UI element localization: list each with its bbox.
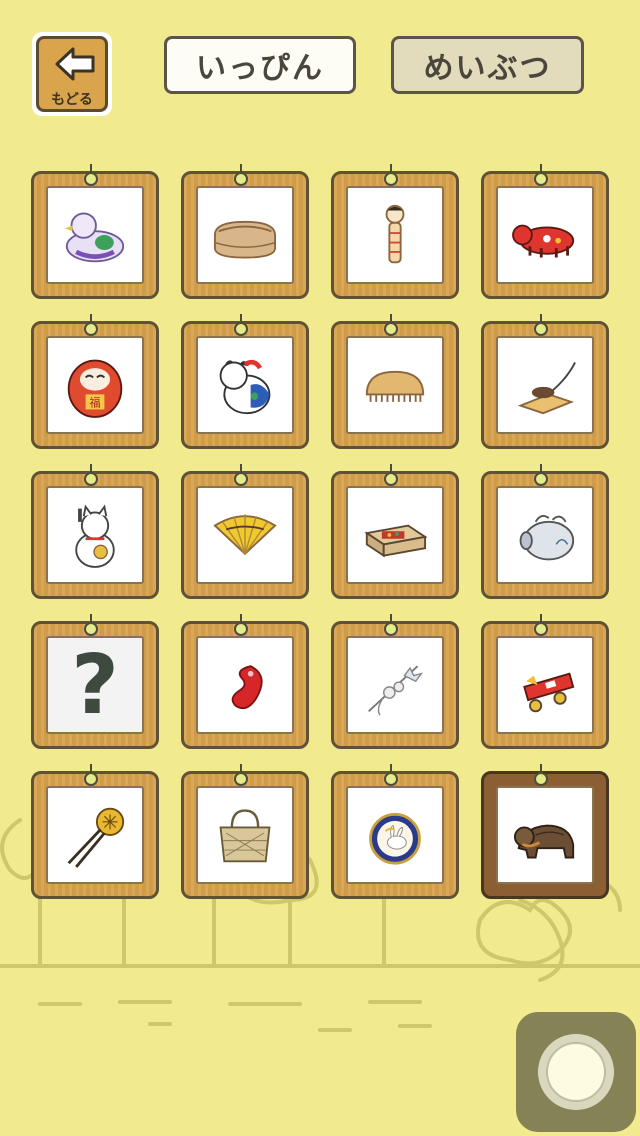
item-card[interactable] [331,764,459,899]
item-frame [196,636,294,734]
tab-meibutsu[interactable]: めいぶつ [391,36,584,94]
tengu-mask-cart-icon [523,672,575,713]
woven-bag-icon [219,809,271,863]
hook-icon [234,164,248,186]
assistive-touch-ring [538,1034,614,1110]
svg-text:福: 福 [89,396,100,410]
item-card[interactable] [331,164,459,299]
hook-icon [534,464,548,486]
item-frame [346,336,444,434]
ornamental-hairpin-icon [67,807,125,868]
item-card[interactable] [481,164,609,299]
item-card[interactable] [481,614,609,749]
hook-icon [234,764,248,786]
item-frame [196,336,294,434]
hook-icon [84,464,98,486]
item-frame [196,486,294,584]
hook-icon [384,164,398,186]
back-button-face: もどる [36,36,108,112]
back-arrow-icon [55,47,95,81]
wooden-comb-icon [365,370,425,402]
hook-icon [534,164,548,186]
hook-icon [534,314,548,336]
hook-icon [84,614,98,636]
maneki-neko-icon [75,504,115,568]
hook-icon [84,314,98,336]
unknown-question-icon: ? [71,637,119,733]
item-card[interactable] [331,614,459,749]
hook-icon [384,464,398,486]
item-frame [196,786,294,884]
tab-ippin[interactable]: いっぴん [164,36,356,94]
item-card-unknown[interactable]: ? [31,614,159,749]
item-frame [496,486,594,584]
item-card[interactable] [481,464,609,599]
item-frame [496,336,594,434]
hook-icon [384,614,398,636]
hairpin-kanzashi-icon [368,665,424,716]
back-label: もどる [51,92,93,108]
boar-incense-holder-icon [519,515,575,561]
kokeshi-doll-icon [385,204,405,264]
hook-icon [234,614,248,636]
item-card[interactable] [331,464,459,599]
hook-icon [234,464,248,486]
pigeon-whistle-icon [64,212,125,263]
red-cow-akabeko-icon [512,224,575,258]
bear-carving-icon [513,824,575,859]
item-card[interactable] [181,614,309,749]
item-card[interactable] [31,464,159,599]
assistive-touch-button[interactable] [516,1012,636,1132]
matchbox-icon [364,524,428,558]
item-card[interactable] [181,764,309,899]
mousetrap-icon [517,362,576,415]
item-card[interactable] [31,164,159,299]
item-frame [46,486,144,584]
magatama-bean-icon [231,665,263,710]
bento-box-icon [213,220,277,259]
hook-icon [534,614,548,636]
item-card[interactable] [31,764,159,899]
inu-hariko-dog-icon [219,359,271,415]
item-frame [346,636,444,734]
item-frame: 福 [46,336,144,434]
item-frame [346,786,444,884]
folding-fan-icon [213,514,277,556]
item-frame [496,186,594,284]
item-frame [346,186,444,284]
item-card[interactable] [481,314,609,449]
item-frame [496,786,594,884]
hook-icon [234,314,248,336]
hook-icon [534,764,548,786]
hook-icon [384,314,398,336]
item-card[interactable] [181,314,309,449]
item-frame [496,636,594,734]
item-frame: ? [46,636,144,734]
rabbit-plate-icon [369,812,421,865]
item-card[interactable] [331,314,459,449]
item-frame [346,486,444,584]
hook-icon [384,764,398,786]
item-card-selected[interactable] [481,764,609,899]
item-frame [46,786,144,884]
item-frame [46,186,144,284]
item-card[interactable] [181,164,309,299]
assistive-touch-core [546,1042,606,1102]
hook-icon [84,764,98,786]
hook-icon [84,164,98,186]
back-button[interactable]: もどる [32,32,112,116]
item-card[interactable]: 福 [31,314,159,449]
item-card[interactable] [181,464,309,599]
daruma-icon: 福 [67,359,123,418]
item-frame [196,186,294,284]
